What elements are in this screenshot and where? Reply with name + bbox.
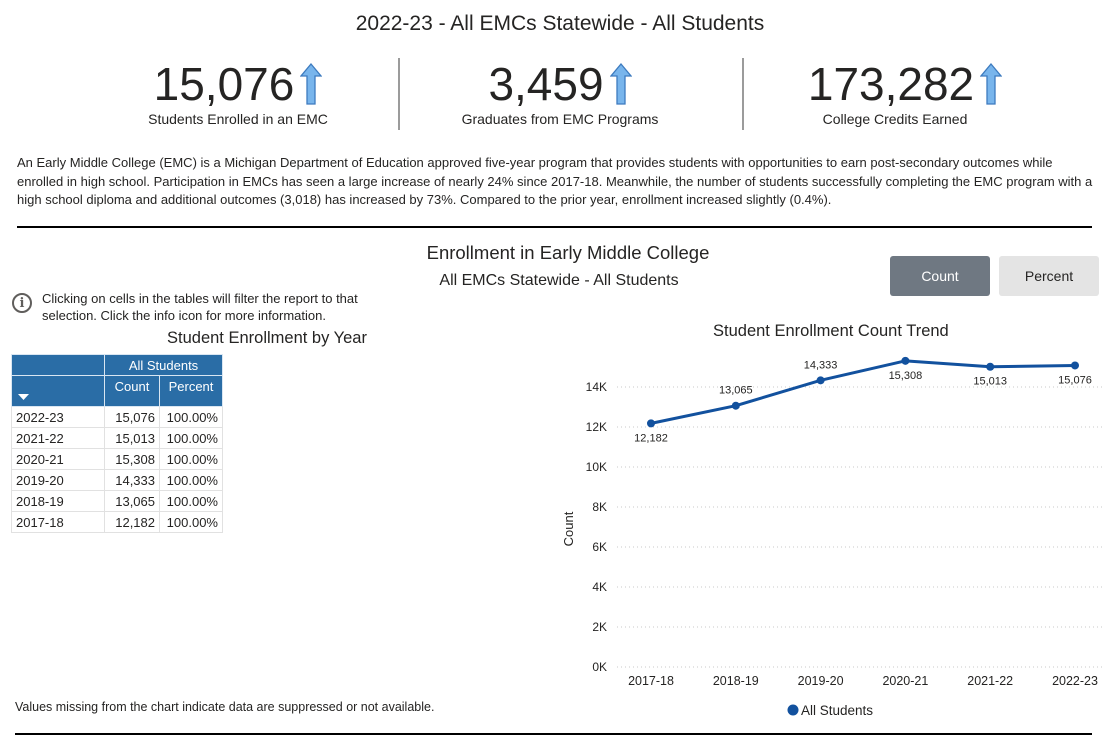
data-label: 13,065 xyxy=(719,385,753,397)
y-tick-label: 0K xyxy=(592,660,607,674)
y-tick-label: 2K xyxy=(592,620,607,634)
kpi-value: 3,459 xyxy=(488,58,604,110)
row-year-cell[interactable]: 2022-23 xyxy=(11,406,105,428)
x-tick-label: 2021-22 xyxy=(967,674,1013,688)
enrollment-line-chart: 0K 2K 4K 6K 8K 10K 12K 14K Count 2017-18 2018-19 20… xyxy=(561,356,1105,718)
row-percent-cell[interactable]: 100.00% xyxy=(159,511,223,533)
data-label: 12,182 xyxy=(634,432,668,444)
table-row[interactable]: 2017-18 12,182 100.00% xyxy=(11,511,223,533)
row-percent-cell[interactable]: 100.00% xyxy=(159,469,223,491)
x-tick-label: 2019-20 xyxy=(798,674,844,688)
data-label: 15,308 xyxy=(889,370,923,382)
data-label: 14,333 xyxy=(804,359,838,371)
row-count-cell[interactable]: 15,308 xyxy=(104,448,160,470)
data-label: 15,013 xyxy=(973,376,1007,388)
row-count-cell[interactable]: 15,013 xyxy=(104,427,160,449)
footnote: Values missing from the chart indicate d… xyxy=(15,700,435,714)
row-year-cell[interactable]: 2021-22 xyxy=(11,427,105,449)
row-percent-cell[interactable]: 100.00% xyxy=(159,406,223,428)
row-year-cell[interactable]: 2020-21 xyxy=(11,448,105,470)
sort-down-icon[interactable] xyxy=(18,394,29,401)
bottom-divider xyxy=(15,733,1092,735)
info-note: i Clicking on cells in the tables will f… xyxy=(12,290,402,324)
kpi-label: Graduates from EMC Programs xyxy=(461,111,659,127)
data-point xyxy=(986,362,995,371)
kpi-college-credits: 173,282 College Credits Earned xyxy=(790,56,1020,127)
table-row[interactable]: 2020-21 15,308 100.00% xyxy=(11,448,223,470)
data-label: 15,076 xyxy=(1058,374,1092,386)
kpi-value: 173,282 xyxy=(807,58,975,110)
group-header-all-students[interactable]: All Students xyxy=(104,354,223,376)
x-tick-label: 2018-19 xyxy=(713,674,759,688)
info-note-text: Clicking on cells in the tables will fil… xyxy=(42,291,358,323)
kpi-value: 15,076 xyxy=(153,58,295,110)
up-arrow-icon xyxy=(980,63,1003,105)
y-tick-label: 8K xyxy=(592,500,607,514)
kpi-label: Students Enrolled in an EMC xyxy=(148,111,328,127)
up-arrow-icon xyxy=(300,63,323,105)
row-count-cell[interactable]: 12,182 xyxy=(104,511,160,533)
x-tick-label: 2022-23 xyxy=(1052,674,1098,688)
legend-marker xyxy=(787,704,799,716)
count-toggle-button[interactable]: Count xyxy=(890,256,990,296)
percent-toggle-button[interactable]: Percent xyxy=(999,256,1099,296)
table-row[interactable]: 2021-22 15,013 100.00% xyxy=(11,427,223,449)
row-percent-cell[interactable]: 100.00% xyxy=(159,427,223,449)
series-line xyxy=(650,359,1076,425)
row-count-cell[interactable]: 15,076 xyxy=(104,406,160,428)
x-tick-label: 2017-18 xyxy=(628,674,674,688)
up-arrow-icon xyxy=(609,63,632,105)
table-title: Student Enrollment by Year xyxy=(167,329,367,347)
y-axis-label: Count xyxy=(561,511,576,546)
y-tick-label: 4K xyxy=(592,580,607,594)
table-row[interactable]: 2019-20 14,333 100.00% xyxy=(11,469,223,491)
description-text: An Early Middle College (EMC) is a Michi… xyxy=(17,155,1093,207)
y-tick-label: 14K xyxy=(586,380,607,394)
x-tick-label: 2020-21 xyxy=(882,674,928,688)
kpi-graduates: 3,459 Graduates from EMC Programs xyxy=(450,56,670,127)
column-header-percent[interactable]: Percent xyxy=(159,375,223,407)
info-icon[interactable]: i xyxy=(12,293,32,313)
kpi-divider xyxy=(742,58,744,130)
enrollment-table: All Students Count Percent 2022-23 15,076… xyxy=(11,354,223,533)
data-point xyxy=(731,401,740,410)
row-year-cell[interactable]: 2019-20 xyxy=(11,469,105,491)
y-tick-label: 6K xyxy=(592,540,607,554)
row-count-cell[interactable]: 13,065 xyxy=(104,490,160,512)
row-year-cell[interactable]: 2018-19 xyxy=(11,490,105,512)
y-tick-label: 10K xyxy=(586,460,607,474)
sort-header[interactable] xyxy=(11,375,105,407)
y-tick-label: 12K xyxy=(586,420,607,434)
data-point xyxy=(1071,361,1079,370)
table-corner-header xyxy=(11,354,105,376)
table-row[interactable]: 2022-23 15,076 100.00% xyxy=(11,406,223,428)
data-point xyxy=(901,356,910,365)
data-point xyxy=(647,419,655,428)
row-percent-cell[interactable]: 100.00% xyxy=(159,448,223,470)
kpi-label: College Credits Earned xyxy=(822,111,968,127)
data-point xyxy=(816,376,825,385)
legend-label: All Students xyxy=(801,703,873,718)
kpi-divider xyxy=(398,58,400,130)
section-divider xyxy=(17,226,1092,228)
page-title: 2022-23 - All EMCs Statewide - All Stude… xyxy=(355,12,765,35)
chart-title: Student Enrollment Count Trend xyxy=(713,322,949,340)
column-header-count[interactable]: Count xyxy=(104,375,160,407)
table-row[interactable]: 2018-19 13,065 100.00% xyxy=(11,490,223,512)
row-percent-cell[interactable]: 100.00% xyxy=(159,490,223,512)
kpi-students-enrolled: 15,076 Students Enrolled in an EMC xyxy=(128,56,348,127)
row-count-cell[interactable]: 14,333 xyxy=(104,469,160,491)
row-year-cell[interactable]: 2017-18 xyxy=(11,511,105,533)
